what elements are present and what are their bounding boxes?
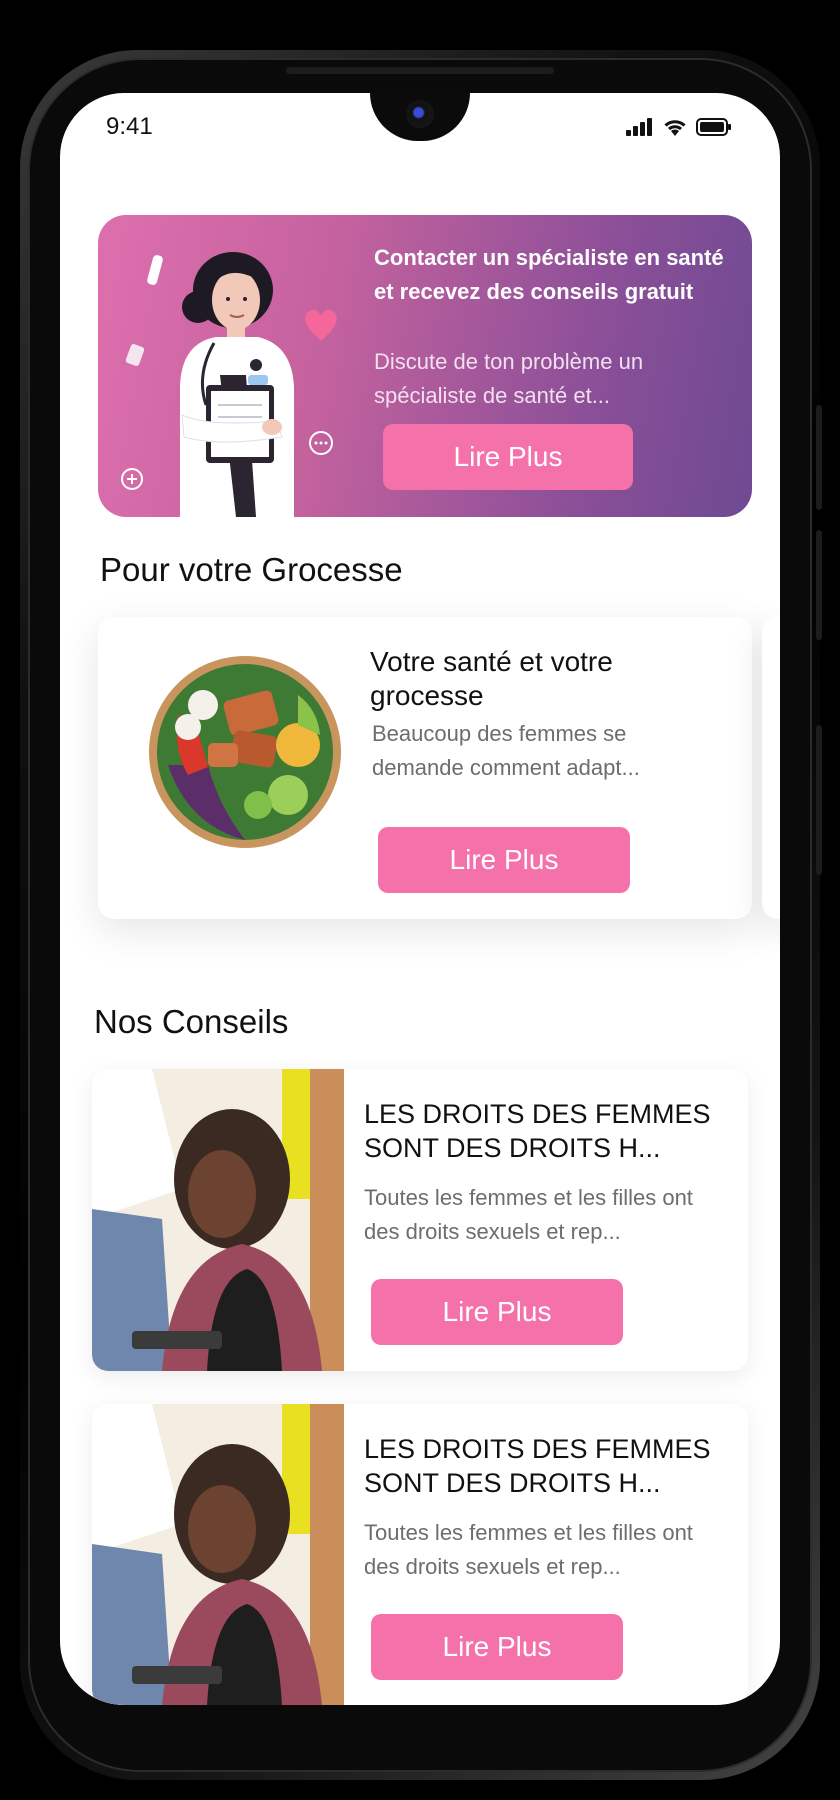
specialist-banner[interactable]: Contacter un spécialiste en santé et rec…	[98, 215, 752, 517]
banner-subtitle: Discute de ton problème un spécialiste d…	[374, 349, 644, 408]
banner-read-more-button[interactable]: Lire Plus	[383, 424, 633, 490]
camera-notch	[370, 93, 470, 141]
pregnancy-card[interactable]: Votre santé et votre grocesse Beaucoup d…	[98, 617, 752, 919]
pregnancy-section-title: Pour votre Grocesse	[100, 551, 403, 588]
pregnancy-card-desc-line2: demande comment adapt...	[372, 755, 640, 780]
volume-down-button	[816, 530, 822, 640]
advice-card-title: LES DROITS DES FEMMES SONT DES DROITS H.…	[364, 1434, 711, 1498]
advice-photo	[92, 1069, 344, 1371]
advice-read-more-button[interactable]: Lire Plus	[371, 1279, 623, 1345]
advice-photo	[92, 1404, 344, 1705]
advice-card-title: LES DROITS DES FEMMES SONT DES DROITS H.…	[364, 1099, 711, 1163]
power-button	[816, 725, 822, 875]
banner-title: Contacter un spécialiste en santé et rec…	[374, 245, 724, 304]
advice-card[interactable]: LES DROITS DES FEMMES SONT DES DROITS H.…	[92, 1069, 748, 1371]
app-screen: 9:41 Contacter un spécialiste en santé e…	[60, 93, 780, 1705]
status-time: 9:41	[106, 113, 153, 140]
wifi-icon	[664, 120, 686, 136]
status-icons	[626, 117, 732, 137]
earpiece-speaker	[286, 67, 554, 74]
volume-up-button	[816, 405, 822, 510]
battery-icon	[696, 118, 731, 136]
advice-section-title: Nos Conseils	[94, 1003, 289, 1040]
advice-card-desc: Toutes les femmes et les filles ont des …	[364, 1520, 693, 1579]
salad-bowl-image	[149, 656, 341, 848]
doctor-illustration	[121, 252, 337, 517]
pregnancy-card-title: Votre santé et votre grocesse	[370, 646, 613, 711]
front-camera	[406, 100, 434, 128]
advice-card-desc: Toutes les femmes et les filles ont des …	[364, 1185, 693, 1244]
pregnancy-read-more-button[interactable]: Lire Plus	[378, 827, 630, 893]
pregnancy-card-desc-line1: Beaucoup des femmes se	[372, 721, 627, 746]
advice-read-more-button[interactable]: Lire Plus	[371, 1614, 623, 1680]
next-card-peek[interactable]	[762, 617, 780, 919]
signal-icon	[626, 118, 652, 136]
heart-icon	[305, 310, 337, 341]
advice-card[interactable]: LES DROITS DES FEMMES SONT DES DROITS H.…	[92, 1404, 748, 1705]
chat-bubble-icon	[309, 431, 333, 455]
